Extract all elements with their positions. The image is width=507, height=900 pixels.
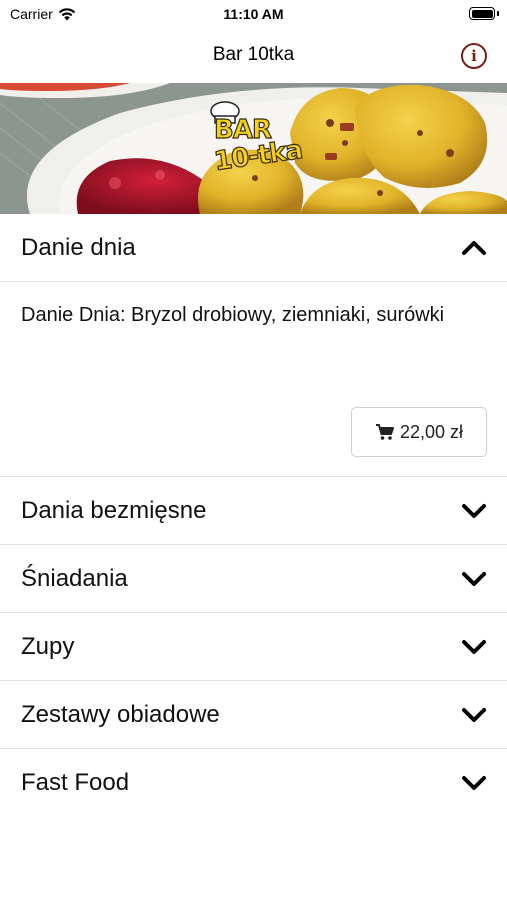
battery-fill bbox=[471, 9, 493, 18]
category-label: Zupy bbox=[21, 632, 75, 660]
add-to-cart-button[interactable]: 22,00 zł bbox=[351, 407, 487, 457]
menu-accordion: Danie dnia Danie Dnia: Bryzol drobiowy, … bbox=[0, 214, 507, 817]
banner-image: BAR 10-tka bbox=[0, 83, 507, 214]
chevron-down-icon bbox=[462, 572, 486, 586]
info-icon[interactable]: i bbox=[461, 43, 487, 69]
chevron-down-icon bbox=[462, 504, 486, 518]
category-label: Fast Food bbox=[21, 769, 130, 796]
battery-icon bbox=[469, 7, 495, 20]
category-header-fast-food[interactable]: Fast Food bbox=[0, 749, 507, 817]
category-header-dania-bezmiesne[interactable]: Dania bezmięsne bbox=[0, 477, 507, 545]
chevron-down-icon bbox=[462, 776, 486, 790]
category-header-zupy[interactable]: Zupy bbox=[0, 613, 507, 681]
price-label: 22,00 zł bbox=[399, 421, 464, 442]
menu-item-description: Danie Dnia: Bryzol drobiowy, ziemniaki, … bbox=[21, 304, 445, 326]
chevron-down-icon bbox=[462, 640, 486, 654]
category-header-zestawy-obiadowe[interactable]: Zestawy obiadowe bbox=[0, 681, 507, 749]
chevron-up-icon bbox=[462, 241, 486, 255]
category-body-danie-dnia: Danie Dnia: Bryzol drobiowy, ziemniaki, … bbox=[0, 282, 507, 477]
category-label: Zestawy obiadowe bbox=[21, 700, 220, 728]
battery-tip bbox=[497, 11, 499, 16]
status-time: 11:10 AM bbox=[223, 6, 284, 22]
category-header-sniadania[interactable]: Śniadania bbox=[0, 545, 507, 613]
category-header-danie-dnia[interactable]: Danie dnia bbox=[0, 214, 507, 282]
category-label: Śniadania bbox=[21, 564, 128, 592]
status-bar: Carrier 11:10 AM bbox=[0, 0, 507, 30]
page-title: Bar 10tka bbox=[212, 44, 295, 65]
category-label: Danie dnia bbox=[21, 233, 136, 261]
chevron-down-icon bbox=[462, 708, 486, 722]
category-label: Dania bezmięsne bbox=[21, 496, 207, 524]
nav-bar: Bar 10tka i bbox=[0, 30, 507, 82]
cart-icon bbox=[375, 424, 394, 440]
app-screen: Carrier 11:10 AM Bar 10tka i BAR 10-tka … bbox=[0, 0, 507, 900]
